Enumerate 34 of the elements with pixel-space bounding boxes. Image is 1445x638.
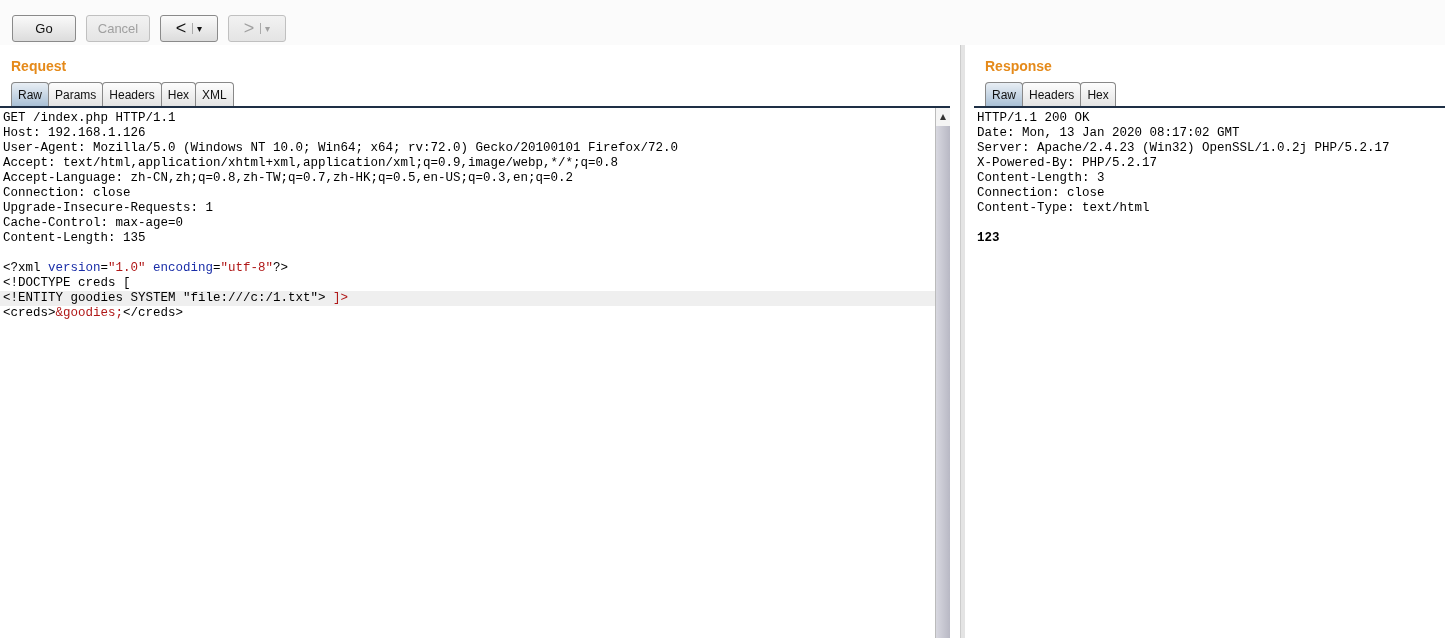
code-line: Date: Mon, 13 Jan 2020 08:17:02 GMT [976, 126, 1241, 141]
code-line: Accept-Language: zh-CN,zh;q=0.8,zh-TW;q=0.7,zh-HK;q=0.5,en-US;q=0.3,en;q=0.2 [2, 171, 575, 186]
code-line: <creds>&goodies;</creds> [2, 306, 185, 321]
code-line: Connection: close [2, 186, 132, 201]
code-line: <?xml version="1.0" encoding="utf-8"?> [2, 261, 290, 276]
code-line: Host: 192.168.1.126 [2, 126, 147, 141]
code-line: Content-Length: 135 [2, 231, 147, 246]
tab[interactable]: Hex [1080, 82, 1116, 106]
code-line: HTTP/1.1 200 OK [976, 111, 1091, 126]
code-line: User-Agent: Mozilla/5.0 (Windows NT 10.0; Win64; x64; rv:72.0) Gecko/20100101 Firefox/72.0 [2, 141, 680, 156]
panel-title: Response [984, 57, 1053, 76]
code-line: 123 [976, 231, 1001, 246]
code-line: <!DOCTYPE creds [ [2, 276, 132, 291]
tab[interactable]: Raw [985, 82, 1023, 106]
code-line: Upgrade-Insecure-Requests: 1 [2, 201, 215, 216]
text-editor[interactable]: HTTP/1.1 200 OK Date: Mon, 13 Jan 2020 08:17:02 GMT Server: Apache/2.4.23 (Win32) OpenSSL/1.0.2j PHP/5.2.17 X-Powered-By: PHP/5.2.17 Content-Length: 3 Connection: close Content-Type: text/html 123 [974, 108, 1445, 638]
tab[interactable]: Headers [1022, 82, 1082, 106]
toolbar-button[interactable]: Go [12, 15, 76, 42]
panel-title: Request [10, 57, 68, 76]
code-line: Content-Length: 3 [976, 171, 1106, 186]
code-line: Connection: close [976, 186, 1106, 201]
code-line: Server: Apache/2.4.23 (Win32) OpenSSL/1.0.2j PHP/5.2.17 [976, 141, 1391, 156]
code-line: Accept: text/html,application/xhtml+xml,application/xml;q=0.9,image/webp,*/*;q=0.8 [2, 156, 620, 171]
code-line: GET /index.php HTTP/1.1 [2, 111, 177, 126]
tab[interactable]: XML [195, 82, 234, 106]
nav-button[interactable]: < ▾ [160, 15, 218, 42]
scrollbar[interactable] [935, 108, 950, 638]
code-line: X-Powered-By: PHP/5.2.17 [976, 156, 1159, 171]
code-line: Content-Type: text/html [976, 201, 1151, 216]
tab[interactable]: Params [48, 82, 104, 106]
tab[interactable]: Raw [11, 82, 49, 106]
code-line: Cache-Control: max-age=0 [2, 216, 185, 231]
tab[interactable]: Headers [102, 82, 162, 106]
tab[interactable]: Hex [160, 82, 197, 106]
